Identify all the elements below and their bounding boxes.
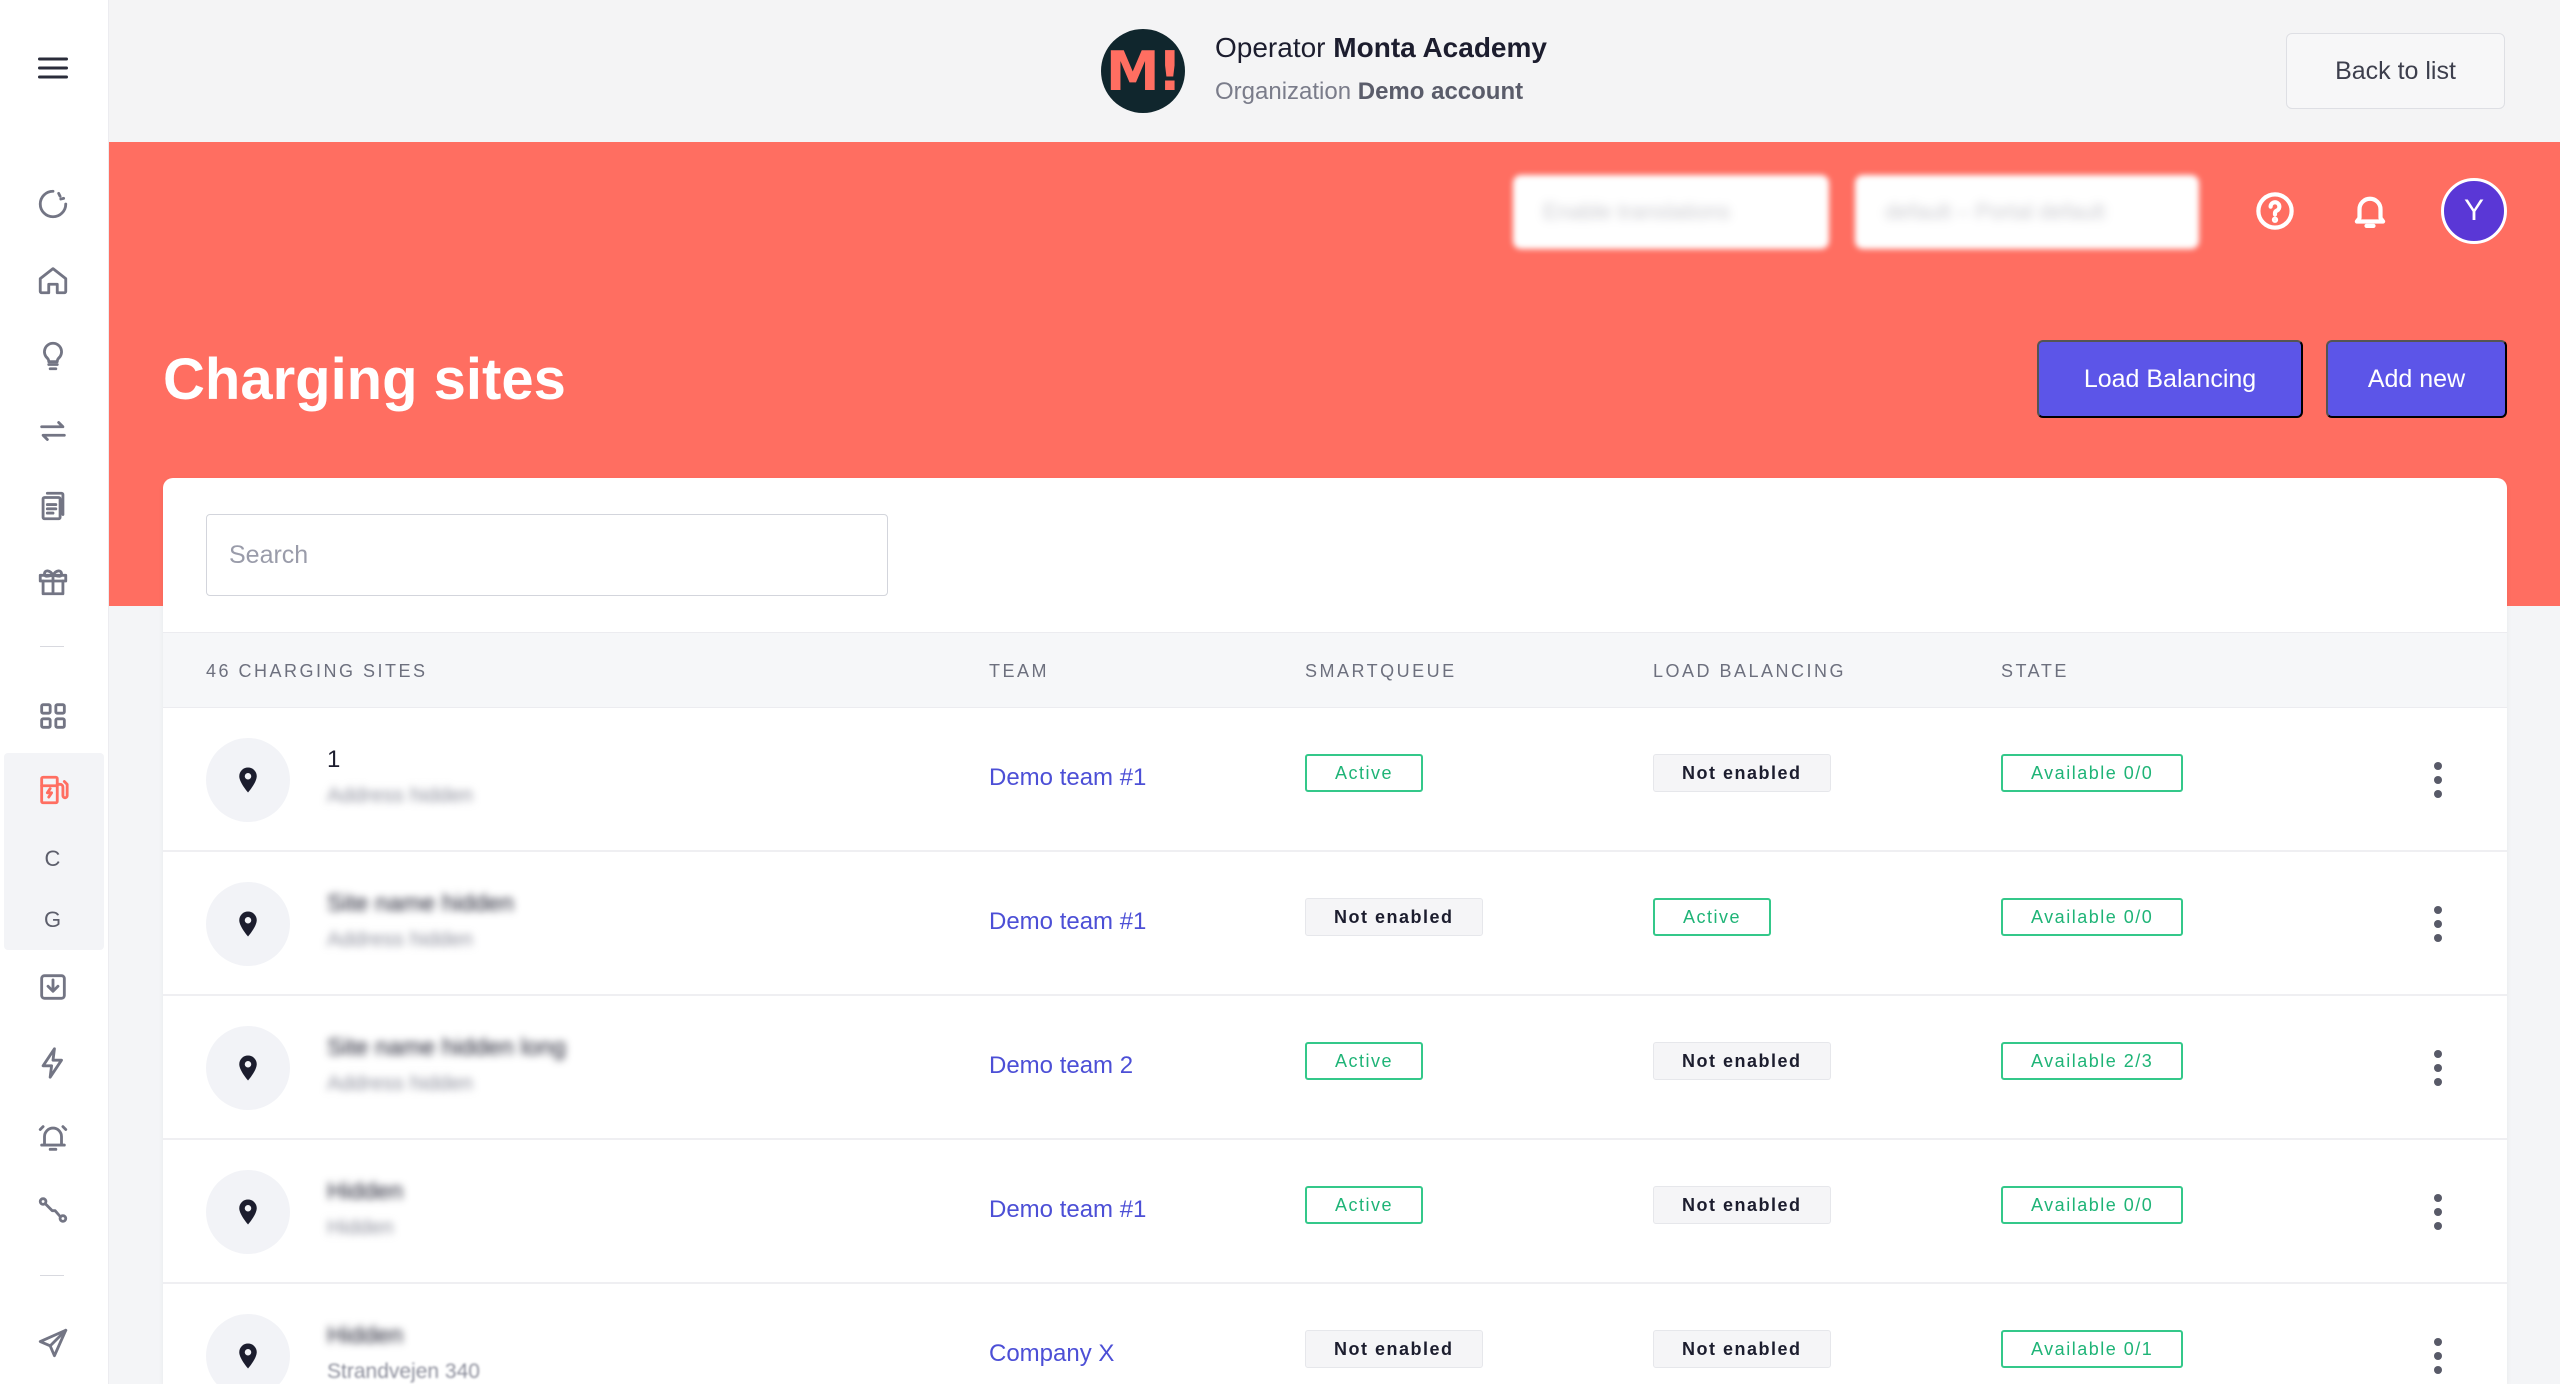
smartqueue-badge: Active (1305, 1042, 1424, 1080)
transfer-arrows-icon[interactable] (0, 401, 105, 461)
language-select-value: default – Portal default (1885, 199, 2106, 224)
column-header-team: TEAM (989, 661, 1050, 681)
state-badge: Available 2/3 (2001, 1042, 2184, 1080)
organization-prefix: Organization (1215, 78, 1352, 105)
column-header-state: STATE (2001, 661, 2069, 681)
site-name[interactable]: Site name hidden long (327, 1034, 566, 1062)
table-header: 46 CHARGING SITES TEAM SMARTQUEUE LOAD B… (163, 632, 2507, 708)
site-address: Hidden (327, 1216, 394, 1239)
add-new-button[interactable]: Add new (2326, 340, 2507, 418)
sidebar-letter-c: C (44, 846, 61, 871)
lightning-icon[interactable] (0, 1033, 105, 1093)
sidebar-item-c[interactable]: C (0, 829, 105, 889)
site-name[interactable]: Site name hidden (327, 890, 514, 918)
language-select[interactable]: default – Portal default (1855, 175, 2199, 249)
table-row[interactable]: Hidden Strandvejen 340 Company X Not ena… (163, 1284, 2507, 1384)
row-menu-icon[interactable] (2423, 758, 2453, 802)
column-header-sites: 46 CHARGING SITES (206, 661, 428, 681)
site-name[interactable]: Hidden (327, 1322, 403, 1350)
lightbulb-icon[interactable] (0, 326, 105, 386)
row-menu-icon[interactable] (2423, 1334, 2453, 1378)
load-balancing-badge: Not enabled (1653, 754, 1831, 792)
top-bar: M! Operator Monta Academy Organization D… (109, 0, 2560, 142)
sidebar: C G (0, 0, 109, 1384)
smartqueue-badge: Active (1305, 754, 1424, 792)
team-link[interactable]: Demo team 2 (989, 1052, 1133, 1080)
table-row[interactable]: Site name hidden Address hidden Demo tea… (163, 852, 2507, 996)
search-input[interactable] (206, 514, 888, 596)
table-row[interactable]: 1 Address hidden Demo team #1 Active Not… (163, 708, 2507, 852)
alarm-bell-icon[interactable] (0, 1108, 105, 1168)
user-avatar[interactable]: Y (2441, 178, 2507, 244)
translations-toggle[interactable]: Enable translations (1513, 175, 1829, 249)
state-badge: Available 0/0 (2001, 1186, 2184, 1224)
site-address: Address hidden (327, 928, 473, 951)
back-to-list-button[interactable]: Back to list (2286, 33, 2505, 109)
row-menu-icon[interactable] (2423, 1046, 2453, 1090)
column-header-smartqueue: SMARTQUEUE (1305, 661, 1457, 681)
table-row[interactable]: Site name hidden long Address hidden Dem… (163, 996, 2507, 1140)
organization-name: Demo account (1357, 78, 1524, 105)
column-header-load-balancing: LOAD BALANCING (1653, 661, 1847, 681)
charging-station-icon[interactable] (0, 760, 105, 820)
site-address: Address hidden (327, 1072, 473, 1095)
gift-icon[interactable] (0, 551, 105, 611)
download-tray-icon[interactable] (0, 957, 105, 1017)
row-menu-icon[interactable] (2423, 902, 2453, 946)
operator-title: Operator Monta Academy (1215, 32, 1547, 64)
state-badge: Available 0/0 (2001, 898, 2184, 936)
home-icon[interactable] (0, 250, 105, 310)
sidebar-item-g[interactable]: G (0, 890, 105, 950)
organization-logo: M! (1101, 29, 1185, 113)
load-balancing-badge: Active (1653, 898, 1772, 936)
location-pin-icon (206, 1314, 290, 1384)
charging-sites-card: 46 CHARGING SITES TEAM SMARTQUEUE LOAD B… (163, 478, 2507, 1384)
route-icon[interactable] (0, 1180, 105, 1240)
page-title: Charging sites (163, 347, 566, 412)
load-balancing-badge: Not enabled (1653, 1186, 1831, 1224)
state-badge: Available 0/0 (2001, 754, 2184, 792)
location-pin-icon (206, 882, 290, 966)
grid-icon[interactable] (0, 686, 105, 746)
smartqueue-badge: Active (1305, 1186, 1424, 1224)
smartqueue-badge: Not enabled (1305, 898, 1483, 936)
load-balancing-badge: Not enabled (1653, 1330, 1831, 1368)
site-address: Strandvejen 340 (327, 1360, 480, 1383)
logo-text: M! (1105, 39, 1182, 103)
load-balancing-badge: Not enabled (1653, 1042, 1831, 1080)
sidebar-letter-g: G (43, 907, 62, 932)
hamburger-menu-icon[interactable] (0, 38, 105, 98)
translations-toggle-label: Enable translations (1543, 199, 1731, 224)
sidebar-divider (40, 1275, 64, 1276)
team-link[interactable]: Demo team #1 (989, 908, 1146, 936)
location-pin-icon (206, 1026, 290, 1110)
team-link[interactable]: Demo team #1 (989, 764, 1146, 792)
operator-name: Monta Academy (1333, 32, 1547, 63)
sidebar-divider (40, 646, 64, 647)
table-row[interactable]: Hidden Hidden Demo team #1 Active Not en… (163, 1140, 2507, 1284)
operator-prefix: Operator (1215, 32, 1326, 63)
row-menu-icon[interactable] (2423, 1190, 2453, 1234)
organization-subtitle: Organization Demo account (1215, 78, 1523, 106)
help-icon[interactable] (2252, 188, 2298, 234)
site-name[interactable]: 1 (327, 746, 340, 774)
team-link[interactable]: Demo team #1 (989, 1196, 1146, 1224)
site-name[interactable]: Hidden (327, 1178, 403, 1206)
loading-circle-icon[interactable] (0, 174, 105, 234)
state-badge: Available 0/1 (2001, 1330, 2184, 1368)
send-icon[interactable] (0, 1313, 105, 1373)
load-balancing-button[interactable]: Load Balancing (2037, 340, 2303, 418)
notifications-bell-icon[interactable] (2347, 188, 2393, 234)
site-address: Address hidden (327, 784, 473, 807)
team-link[interactable]: Company X (989, 1340, 1114, 1368)
documents-icon[interactable] (0, 476, 105, 536)
location-pin-icon (206, 738, 290, 822)
smartqueue-badge: Not enabled (1305, 1330, 1483, 1368)
location-pin-icon (206, 1170, 290, 1254)
